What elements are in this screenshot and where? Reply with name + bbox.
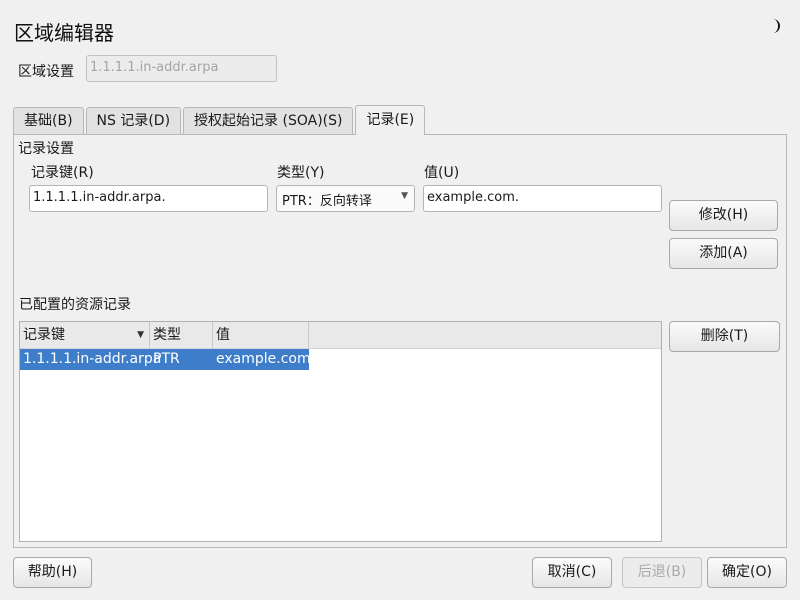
cancel-button[interactable]: 取消(C) bbox=[532, 557, 612, 588]
record-value-input[interactable]: example.com. bbox=[423, 185, 662, 212]
cell-key: 1.1.1.1.in-addr.arpa bbox=[23, 351, 162, 367]
records-table[interactable]: 记录键 ▼ 类型 值 1.1.1.1.in-addr.arpa PTR exam… bbox=[19, 321, 662, 542]
record-settings-title: 记录设置 bbox=[18, 141, 74, 157]
table-row[interactable]: 1.1.1.1.in-addr.arpa PTR example.com bbox=[20, 349, 311, 370]
tab-records[interactable]: 记录(E) bbox=[355, 105, 426, 135]
ok-button[interactable]: 确定(O) bbox=[707, 557, 787, 588]
configured-records-title: 已配置的资源记录 bbox=[19, 297, 131, 313]
cell-type: PTR bbox=[153, 351, 180, 367]
moon-icon[interactable] bbox=[769, 19, 783, 35]
record-key-input[interactable]: 1.1.1.1.in-addr.arpa. bbox=[29, 185, 268, 212]
record-key-label: 记录键(R) bbox=[31, 165, 94, 181]
column-header-value[interactable]: 值 bbox=[213, 322, 309, 348]
help-button[interactable]: 帮助(H) bbox=[13, 557, 92, 588]
back-button[interactable]: 后退(B) bbox=[622, 557, 702, 588]
tab-soa[interactable]: 授权起始记录 (SOA)(S) bbox=[183, 107, 354, 135]
record-value-label: 值(U) bbox=[424, 165, 460, 181]
dropdown-arrow-icon: ▼ bbox=[401, 191, 408, 201]
sort-down-icon: ▼ bbox=[137, 330, 144, 340]
tab-basics[interactable]: 基础(B) bbox=[13, 107, 84, 135]
delete-button[interactable]: 删除(T) bbox=[669, 321, 780, 352]
record-type-select[interactable]: PTR：反向转译 ▼ bbox=[276, 185, 415, 212]
add-button[interactable]: 添加(A) bbox=[669, 238, 778, 269]
cell-value: example.com bbox=[216, 351, 311, 367]
tab-bar: 基础(B) NS 记录(D) 授权起始记录 (SOA)(S) 记录(E) bbox=[13, 105, 427, 135]
window-title: 区域编辑器 bbox=[14, 21, 114, 45]
column-header-type[interactable]: 类型 bbox=[150, 322, 213, 348]
record-type-value: PTR：反向转译 bbox=[282, 194, 372, 209]
table-header: 记录键 ▼ 类型 值 bbox=[20, 322, 661, 349]
tab-ns-records[interactable]: NS 记录(D) bbox=[85, 107, 182, 135]
column-header-key-label: 记录键 bbox=[23, 327, 65, 343]
zone-settings-label: 区域设置 bbox=[18, 64, 74, 80]
zone-name-field: 1.1.1.1.in-addr.arpa bbox=[86, 55, 277, 82]
record-type-label: 类型(Y) bbox=[277, 165, 325, 181]
modify-button[interactable]: 修改(H) bbox=[669, 200, 778, 231]
column-header-key[interactable]: 记录键 ▼ bbox=[20, 322, 150, 348]
